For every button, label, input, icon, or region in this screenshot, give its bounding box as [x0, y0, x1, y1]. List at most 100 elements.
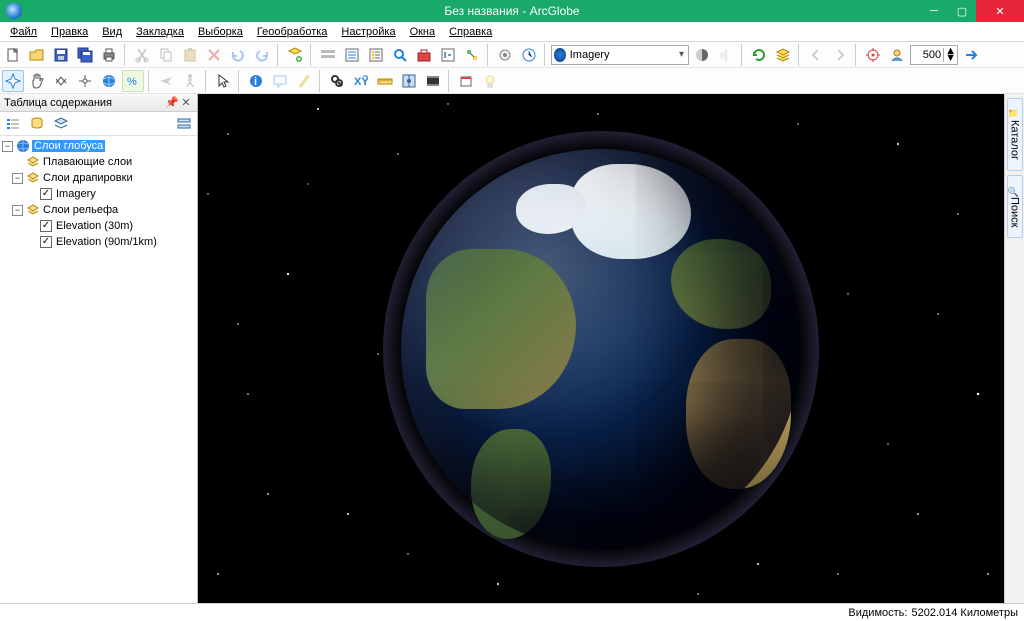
layers-icon — [26, 203, 40, 217]
tab-catalog[interactable]: 📁Каталог — [1007, 98, 1023, 171]
save-all-button[interactable] — [74, 44, 96, 66]
target-button[interactable] — [862, 44, 884, 66]
separator — [277, 44, 280, 66]
open-button[interactable] — [26, 44, 48, 66]
full-extent-button[interactable] — [98, 70, 120, 92]
tree-root-label: Слои глобуса — [32, 140, 105, 152]
separator — [205, 70, 208, 92]
minimize-button[interactable]: ─ — [920, 0, 948, 22]
visibility-label: Видимость: — [848, 607, 907, 619]
cache-button[interactable] — [772, 44, 794, 66]
checkbox-checked[interactable]: ✓ — [40, 236, 52, 248]
add-data-button[interactable] — [284, 44, 306, 66]
catalog-button[interactable] — [365, 44, 387, 66]
distance-input-group[interactable]: ▲ ▼ — [910, 45, 958, 65]
dropdown-arrow-icon[interactable]: ▾ — [677, 49, 686, 60]
pan-tool[interactable] — [26, 70, 48, 92]
options-button[interactable] — [173, 113, 195, 135]
checkbox-checked[interactable]: ✓ — [40, 220, 52, 232]
refresh-button[interactable] — [748, 44, 770, 66]
python-button[interactable] — [437, 44, 459, 66]
maximize-button[interactable]: ▢ — [948, 0, 976, 22]
close-icon[interactable]: ✕ — [179, 96, 193, 109]
window-buttons: ─ ▢ ✕ — [920, 0, 1024, 22]
fly-tool — [155, 70, 177, 92]
menu-custom[interactable]: Настройка — [335, 25, 401, 39]
list-by-source-button[interactable] — [26, 113, 48, 135]
menu-help[interactable]: Справка — [443, 25, 498, 39]
globe-viewport[interactable] — [198, 94, 1004, 603]
window-title: Без названия - ArcGlobe — [444, 4, 579, 18]
toolbar-tools: % i XY — [0, 68, 1024, 94]
list-by-drawing-button[interactable] — [2, 113, 24, 135]
select-tool[interactable] — [212, 70, 234, 92]
tree-elev30[interactable]: ✓ Elevation (30m) — [0, 218, 197, 234]
list-by-type-button[interactable] — [50, 113, 72, 135]
checkbox-checked[interactable]: ✓ — [40, 188, 52, 200]
editor-toolbar-button[interactable] — [317, 44, 339, 66]
redo-button — [251, 44, 273, 66]
tree-floating[interactable]: Плавающие слои — [0, 154, 197, 170]
measure-button[interactable] — [374, 70, 396, 92]
menu-select[interactable]: Выборка — [192, 25, 249, 39]
toc-button[interactable] — [341, 44, 363, 66]
toc-toolbar — [0, 112, 197, 136]
cut-button — [131, 44, 153, 66]
menu-window[interactable]: Окна — [404, 25, 442, 39]
find-button[interactable] — [326, 70, 348, 92]
layer-combo-input[interactable] — [566, 49, 677, 61]
apply-distance-button[interactable] — [960, 44, 982, 66]
transparency-button[interactable] — [691, 44, 713, 66]
toolbar-standard: ▾ ▲ ▼ — [0, 42, 1024, 68]
menu-edit[interactable]: Правка — [45, 25, 94, 39]
close-button[interactable]: ✕ — [976, 0, 1024, 22]
time-slider-button[interactable] — [518, 44, 540, 66]
tree-draped[interactable]: − Слои драпировки — [0, 170, 197, 186]
separator — [544, 44, 547, 66]
menu-geoproc[interactable]: Геообработка — [251, 25, 334, 39]
app-icon — [6, 3, 22, 19]
observer-button[interactable] — [886, 44, 908, 66]
distance-input[interactable] — [911, 46, 943, 64]
spin-down[interactable]: ▼ — [944, 55, 957, 62]
zoom-in-out-tool[interactable] — [50, 70, 72, 92]
tree-root[interactable]: − Слои глобуса — [0, 138, 197, 154]
navigate-tool[interactable] — [2, 70, 24, 92]
save-button[interactable] — [50, 44, 72, 66]
collapse-icon[interactable]: − — [12, 173, 23, 184]
separator — [319, 70, 322, 92]
toc-tree[interactable]: − Слои глобуса Плавающие слои − Слои дра… — [0, 136, 197, 603]
vertical-exag-button[interactable]: % — [122, 70, 144, 92]
menu-file[interactable]: Файл — [4, 25, 43, 39]
goto-xy-button[interactable]: XY — [350, 70, 372, 92]
layers-icon — [26, 171, 40, 185]
separator — [798, 44, 801, 66]
layer-combo[interactable]: ▾ — [551, 45, 689, 65]
svg-text:i: i — [254, 76, 257, 88]
search-button[interactable] — [389, 44, 411, 66]
layers-icon — [26, 155, 40, 169]
layer-properties-button[interactable] — [494, 44, 516, 66]
swipe-tool[interactable] — [398, 70, 420, 92]
sun-button[interactable] — [455, 70, 477, 92]
tab-search[interactable]: 🔍Поиск — [1007, 175, 1023, 238]
new-button[interactable] — [2, 44, 24, 66]
menu-view[interactable]: Вид — [96, 25, 128, 39]
paste-button — [179, 44, 201, 66]
pin-icon[interactable]: 📌 — [165, 96, 179, 109]
collapse-icon[interactable]: − — [12, 205, 23, 216]
modelbuilder-button[interactable] — [461, 44, 483, 66]
animation-button[interactable] — [422, 70, 444, 92]
hyperlink-tool — [293, 70, 315, 92]
tree-imagery[interactable]: ✓ Imagery — [0, 186, 197, 202]
identify-tool[interactable]: i — [245, 70, 267, 92]
tree-elev90[interactable]: ✓ Elevation (90m/1km) — [0, 234, 197, 250]
center-tool[interactable] — [74, 70, 96, 92]
tree-elevation-group[interactable]: − Слои рельефа — [0, 202, 197, 218]
collapse-icon[interactable]: − — [2, 141, 13, 152]
undo-button — [227, 44, 249, 66]
print-button[interactable] — [98, 44, 120, 66]
nav-back-button — [805, 44, 827, 66]
menu-bookmark[interactable]: Закладка — [130, 25, 190, 39]
toolbox-button[interactable] — [413, 44, 435, 66]
